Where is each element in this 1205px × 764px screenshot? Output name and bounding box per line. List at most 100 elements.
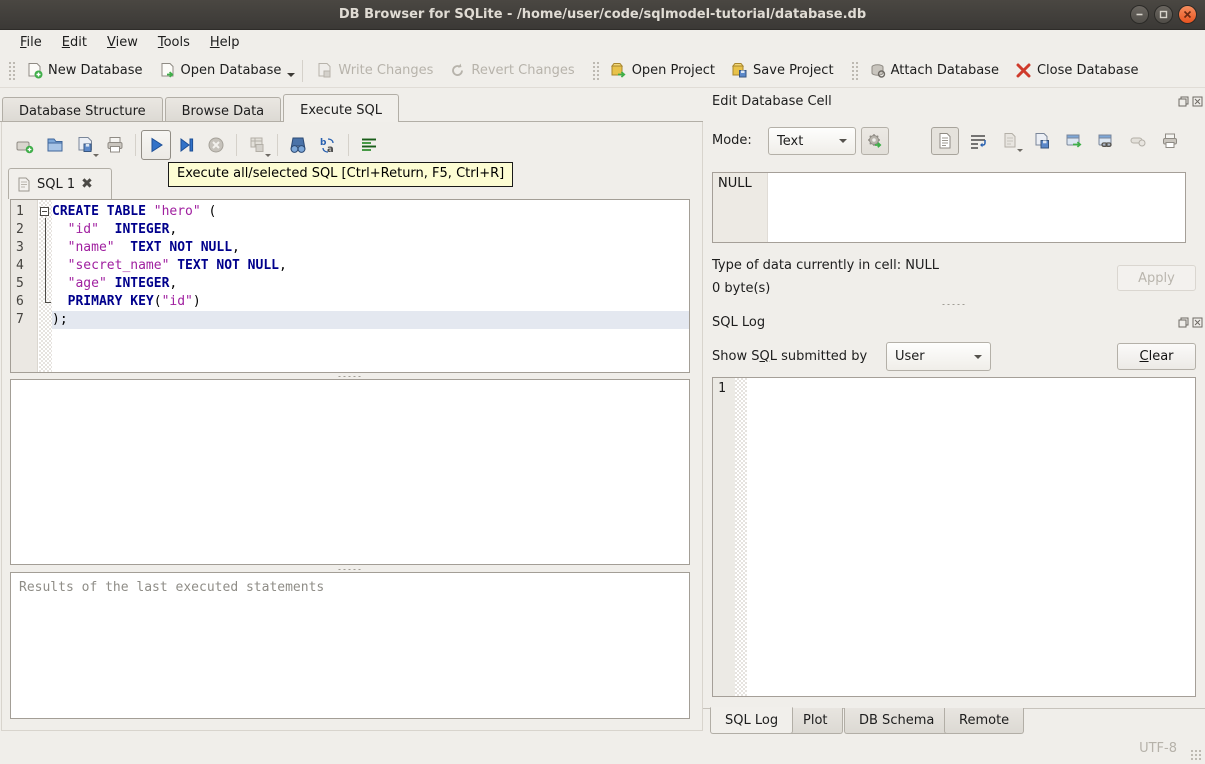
line-number: 6 [16,294,24,309]
titlebar[interactable]: DB Browser for SQLite - /home/user/code/… [0,0,1205,30]
svg-text:a: a [327,144,334,155]
sql-log-filter-combobox[interactable]: User [886,342,991,371]
bottom-tab-db-schema[interactable]: DB Schema [844,708,950,734]
save-sql-file-button[interactable] [70,130,100,160]
cell-value-editor[interactable]: NULL [712,172,1186,243]
cell-open-external-button[interactable] [1060,127,1088,155]
maximize-button[interactable] [1154,5,1173,24]
execute-sql-button[interactable] [141,130,171,160]
new-database-button[interactable]: New Database [18,58,151,83]
sql-log-view[interactable]: 1 [712,377,1196,697]
gear-apply-icon [868,134,882,148]
open-project-label: Open Project [631,63,716,78]
close-dock-button[interactable] [1192,96,1203,107]
results-grid-panel[interactable] [10,379,690,565]
menu-tools[interactable]: Tools [148,33,200,52]
cell-export-button[interactable] [1028,127,1056,155]
cell-set-null-button [1124,127,1152,155]
main-tab-bar: Database Structure Browse Data Execute S… [2,94,401,122]
find-replace-button[interactable]: b a [313,130,343,160]
save-file-icon [78,137,92,152]
execute-icon [151,137,163,153]
attach-database-label: Attach Database [890,63,999,78]
new-tab-icon [16,141,34,154]
stop-icon [208,137,224,153]
code-line[interactable]: 2 "id" INTEGER, [11,221,689,239]
results-message-panel[interactable]: Results of the last executed statements [10,572,690,719]
float-dock-button[interactable] [1178,317,1189,328]
menu-file[interactable]: File [10,33,52,52]
line-number: 3 [16,240,24,255]
toolbar-drag-handle[interactable] [590,59,599,82]
sql1-tab[interactable]: SQL 1 ✖ [8,168,112,199]
print-sql-button[interactable] [100,130,130,160]
menu-edit[interactable]: Edit [52,33,97,52]
edit-cell-dock-title: Edit Database Cell [712,94,832,109]
fold-collapse-icon[interactable] [39,203,52,221]
code-text: PRIMARY KEY("id") [67,294,201,309]
menu-help[interactable]: Help [200,33,250,52]
find-icon [290,137,306,153]
open-database-button[interactable]: Open Database [151,58,290,83]
sql-code-editor[interactable]: 1 CREATE TABLE "hero" (2 "id" INTEGER, 3 "… [10,199,690,373]
cell-word-wrap-button[interactable] [964,127,992,155]
dock-splitter[interactable] [712,301,1196,307]
line-number: 4 [16,258,24,273]
code-line[interactable]: 4 "secret_name" TEXT NOT NULL, [11,257,689,275]
float-dock-button[interactable] [1178,96,1189,107]
open-database-dropdown-caret-icon[interactable] [287,72,296,77]
tab-database-structure[interactable]: Database Structure [2,97,163,122]
close-database-button[interactable]: Close Database [1007,58,1147,83]
auto-apply-button[interactable] [861,127,889,155]
revert-changes-label: Revert Changes [471,63,575,78]
open-sql-file-button[interactable] [40,130,70,160]
open-database-label: Open Database [180,63,282,78]
execute-current-line-button[interactable] [171,130,201,160]
bottom-tab-plot[interactable]: Plot [788,708,843,734]
format-icon [362,138,376,151]
code-line[interactable]: 1 CREATE TABLE "hero" ( [11,203,689,221]
sql-document-icon [18,177,30,191]
close-dock-button[interactable] [1192,317,1203,328]
code-line[interactable]: 5 "age" INTEGER, [11,275,689,293]
toolbar-drag-handle[interactable] [849,59,858,82]
format-sql-button[interactable] [354,130,384,160]
clear-log-button[interactable]: Clear [1117,343,1196,370]
word-wrap-icon [971,135,986,149]
tab-execute-sql[interactable]: Execute SQL [283,94,400,122]
mode-combobox[interactable]: Text [768,127,856,155]
sql-log-gutter [713,378,735,696]
open-project-button[interactable]: Open Project [602,58,723,83]
mode-value: Text [777,133,804,149]
save-project-label: Save Project [753,63,834,78]
sql1-tab-label: SQL 1 [37,176,76,192]
toolbar-separator [302,59,304,82]
cell-type-info: Type of data currently in cell: NULL [712,258,939,273]
code-line[interactable]: 7); [11,311,689,329]
bottom-tab-sql-log[interactable]: SQL Log [710,707,794,734]
find-button[interactable] [283,130,313,160]
cell-print-button[interactable] [1156,127,1184,155]
minimize-button[interactable] [1130,5,1149,24]
sql1-tab-close-icon[interactable]: ✖ [81,176,93,192]
attach-database-button[interactable]: Attach Database [861,58,1007,83]
resize-grip[interactable] [1190,749,1202,761]
results-placeholder: Results of the last executed statements [19,580,325,595]
sql-toolbar-separator [348,134,349,156]
bottom-tab-remote[interactable]: Remote [944,708,1025,734]
save-project-button[interactable]: Save Project [723,58,842,83]
tab-browse-data[interactable]: Browse Data [164,97,282,122]
cell-copy-link-button[interactable] [1092,127,1120,155]
code-line[interactable]: 3 "name" TEXT NOT NULL, [11,239,689,257]
menu-view[interactable]: View [97,33,148,52]
cell-text-mode-button[interactable] [931,127,959,155]
open-sql-tab-button[interactable] [10,130,40,160]
toolbar-drag-handle[interactable] [7,59,15,82]
code-text: "age" INTEGER, [67,276,178,291]
window-controls [1130,5,1197,24]
code-text: CREATE TABLE "hero" ( [52,204,217,219]
line-number: 7 [16,312,24,327]
code-line[interactable]: 6 PRIMARY KEY("id") [11,293,689,311]
sql-toolbar: b a [10,129,384,161]
close-button[interactable] [1178,5,1197,24]
